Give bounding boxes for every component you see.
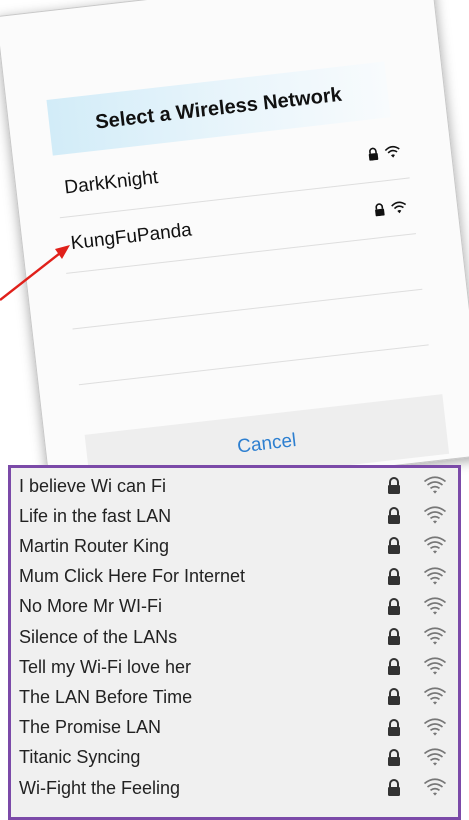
wifi-icon (423, 535, 447, 560)
lock-icon (368, 147, 379, 161)
network-list-panel: I believe Wi can Fi Life in the fast LAN M… (8, 465, 461, 820)
network-list-item[interactable]: Tell my Wi-Fi love her (11, 653, 458, 681)
lock-icon (375, 202, 385, 216)
network-list-item-name: I believe Wi can Fi (19, 475, 167, 496)
network-list-item-name: The LAN Before Time (19, 686, 193, 707)
network-list-item[interactable]: Mum Click Here For Internet (11, 563, 458, 591)
lock-icon (387, 658, 401, 680)
network-list-item[interactable]: Life in the fast LAN (11, 502, 458, 530)
dialog-card: Select a Wireless Network DarkKnight Kun… (0, 0, 469, 506)
wifi-icon (423, 717, 447, 742)
network-list-item-name: Martin Router King (19, 535, 170, 556)
lock-icon (387, 567, 401, 590)
lock-icon (387, 688, 401, 710)
network-list-item-name: Mum Click Here For Internet (19, 566, 246, 587)
network-list-item[interactable]: Silence of the LANs (11, 623, 458, 651)
network-list-item-name: Wi-Fight the Feeling (19, 777, 181, 798)
network-list-item[interactable]: Titanic Syncing (11, 744, 458, 772)
wifi-icon (423, 686, 447, 711)
lock-icon (387, 628, 401, 650)
lock-icon (387, 779, 401, 801)
wifi-icon (423, 626, 447, 651)
wifi-icon (384, 145, 400, 158)
wifi-icon (423, 747, 447, 772)
cancel-label: Cancel (236, 430, 298, 458)
network-list-item-name: Silence of the LANs (19, 626, 178, 647)
dialog-title: Select a Wireless Network (94, 83, 343, 134)
network-list-item-name: Life in the fast LAN (19, 505, 172, 526)
lock-icon (387, 597, 401, 620)
wifi-icon (423, 596, 447, 621)
network-list-item-name: Titanic Syncing (19, 747, 141, 768)
lock-icon (387, 477, 401, 499)
network-list-item[interactable]: I believe Wi can Fi (11, 472, 458, 500)
network-list-item[interactable]: The LAN Before Time (11, 683, 458, 711)
lock-icon (387, 718, 401, 741)
wifi-icon (423, 777, 447, 802)
wifi-icon (423, 505, 447, 530)
network-list-item[interactable]: No More Mr WI-Fi (11, 593, 458, 621)
lock-icon (387, 537, 401, 559)
network-list-item-name: Tell my Wi-Fi love her (19, 656, 192, 677)
network-list-item-name: The Promise LAN (19, 717, 162, 738)
network-list-item-name: No More Mr WI-Fi (19, 596, 162, 617)
lock-icon (387, 507, 401, 529)
wireless-network-dialog: Select a Wireless Network DarkKnight Kun… (0, 0, 469, 506)
network-list-item[interactable]: Martin Router King (11, 532, 458, 560)
wifi-icon (423, 656, 447, 681)
wifi-icon (423, 475, 447, 500)
network-list-item[interactable]: The Promise LAN (11, 714, 458, 742)
wifi-icon (423, 566, 447, 591)
wifi-icon (391, 201, 407, 213)
lock-icon (387, 748, 401, 771)
network-list-item[interactable]: Wi-Fight the Feeling (11, 774, 458, 802)
